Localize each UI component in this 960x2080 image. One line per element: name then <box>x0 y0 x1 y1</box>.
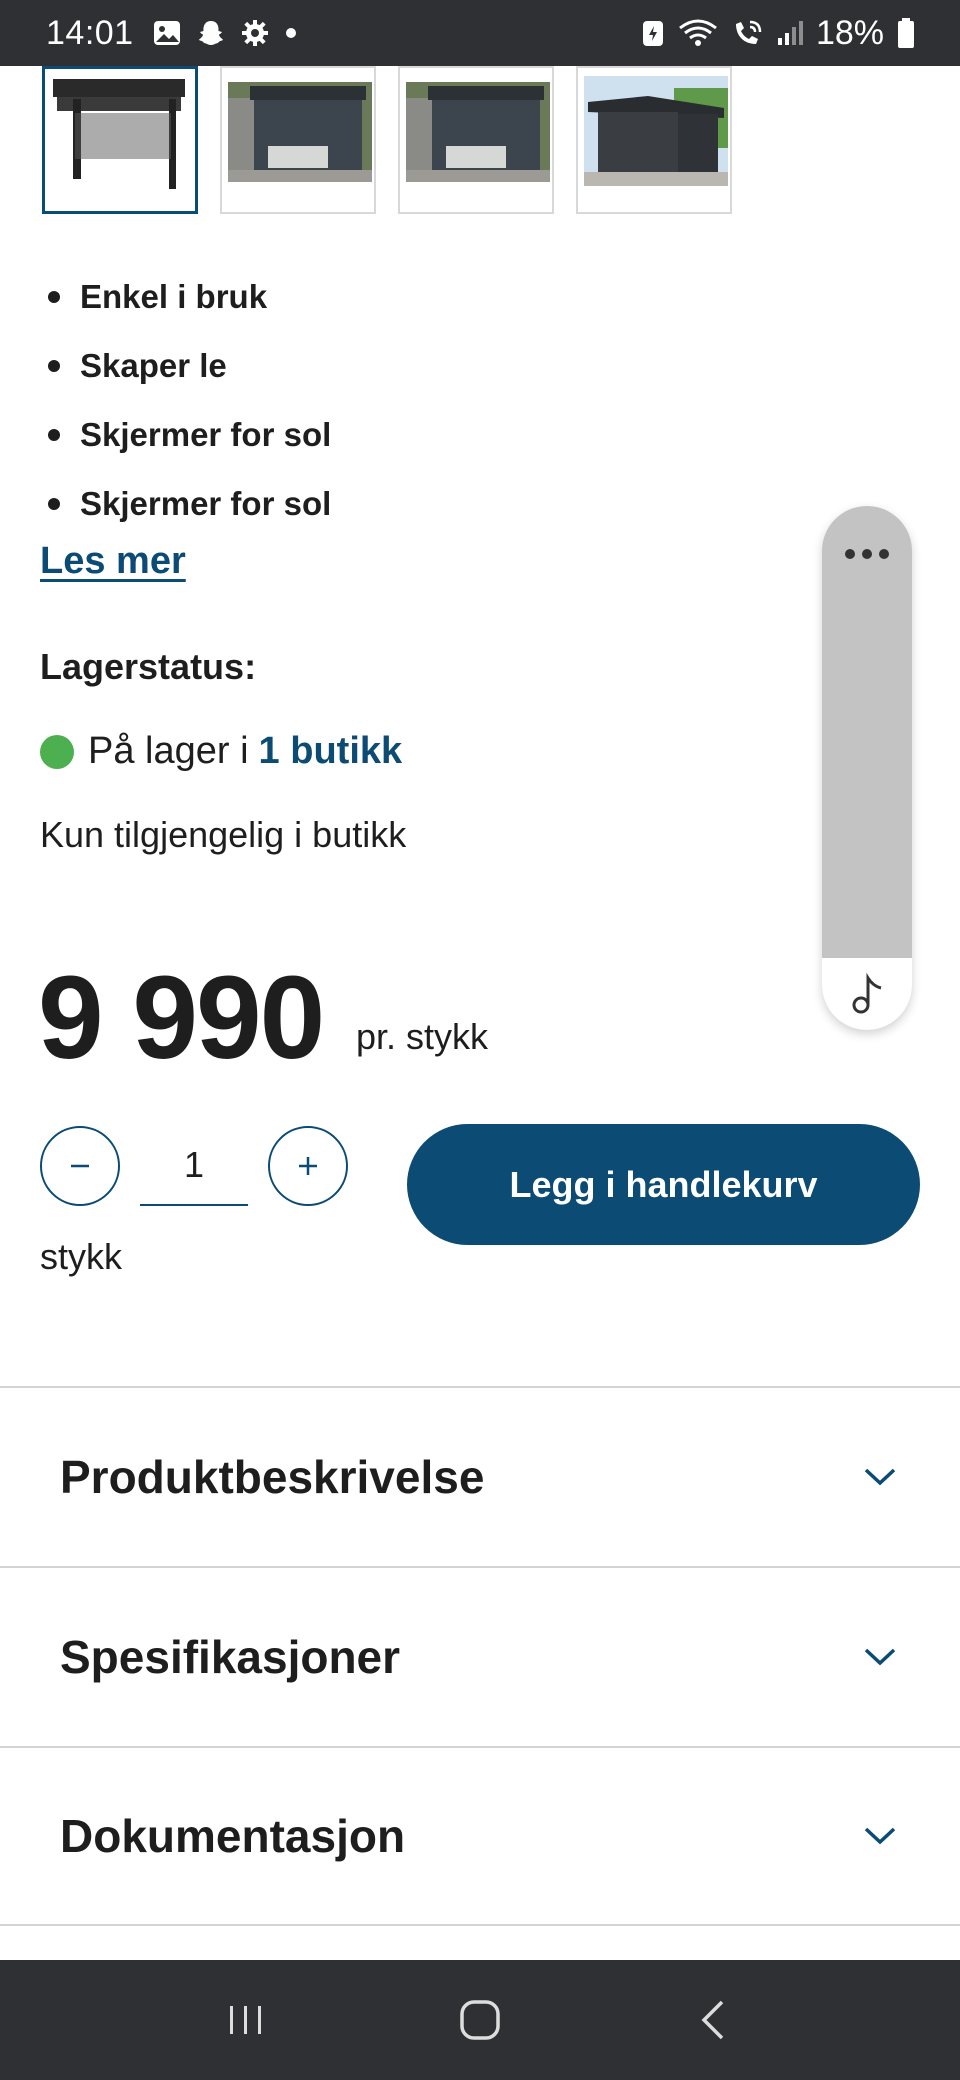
stock-status-line: På lager i 1 butikk <box>40 730 402 773</box>
floating-side-panel[interactable] <box>822 506 912 1030</box>
accordion-product-description[interactable]: Produktbeskrivelse <box>0 1386 960 1566</box>
chevron-down-icon <box>864 1827 896 1845</box>
store-count-link[interactable]: 1 butikk <box>259 730 403 773</box>
feature-text: Skjermer for sol <box>80 484 332 522</box>
thumbnail-pergola-patio-2[interactable] <box>398 66 554 214</box>
wifi-icon <box>679 19 717 46</box>
increase-quantity-button[interactable] <box>268 1126 348 1206</box>
minus-icon <box>71 1164 89 1168</box>
chevron-down-icon <box>864 1648 896 1666</box>
feature-item: Skaper le <box>48 331 331 400</box>
feature-item: Skjermer for sol <box>48 469 331 538</box>
music-note-button[interactable] <box>822 958 912 1030</box>
feature-text: Skaper le <box>80 346 227 384</box>
music-note-icon <box>852 972 882 1014</box>
bullet-icon <box>48 359 60 372</box>
more-options-icon[interactable] <box>822 546 912 567</box>
product-info-accordion: Produktbeskrivelse Spesifikasjoner Dokum… <box>0 1386 960 1926</box>
feature-text: Enkel i bruk <box>80 277 268 315</box>
feature-list: Enkel i bruk Skaper le Skjermer for sol … <box>48 262 331 538</box>
accordion-title: Dokumentasjon <box>60 1810 406 1862</box>
feature-text: Skjermer for sol <box>80 415 332 453</box>
stock-prefix: På lager i <box>88 730 249 772</box>
feature-item: Skjermer for sol <box>48 400 331 469</box>
accordion-title: Spesifikasjoner <box>60 1631 401 1683</box>
battery-icon <box>898 18 914 48</box>
bullet-icon <box>48 428 60 441</box>
read-more-link[interactable]: Les mer <box>40 540 186 583</box>
signal-icon <box>777 21 803 45</box>
add-to-cart-button[interactable]: Legg i handlekurv <box>407 1124 920 1245</box>
snapchat-icon <box>198 21 223 45</box>
accordion-specifications[interactable]: Spesifikasjoner <box>0 1566 960 1746</box>
decrease-quantity-button[interactable] <box>40 1126 120 1206</box>
feature-item: Enkel i bruk <box>48 262 331 331</box>
status-time: 14:01 <box>46 13 134 52</box>
accordion-title: Produktbeskrivelse <box>60 1451 485 1503</box>
price-unit: pr. stykk <box>356 1016 489 1057</box>
status-bar: 14:01 18% <box>0 0 960 66</box>
system-icons: 18% <box>640 14 916 53</box>
quantity-input[interactable] <box>140 1126 248 1206</box>
in-stock-indicator-icon <box>40 734 74 769</box>
availability-note: Kun tilgjengelig i butikk <box>40 814 407 855</box>
thumbnail-pergola-product[interactable] <box>42 66 198 214</box>
bullet-icon <box>48 290 60 303</box>
system-navigation-bar <box>0 1960 960 2080</box>
stock-status-title: Lagerstatus: <box>40 646 257 687</box>
thumbnail-pergola-patio-1[interactable] <box>220 66 376 214</box>
home-icon[interactable] <box>458 1998 502 2042</box>
dot-icon <box>285 28 296 38</box>
image-thumbnails <box>42 66 732 214</box>
recent-apps-icon[interactable] <box>226 2000 266 2040</box>
wifi-calling-icon <box>735 20 762 44</box>
settings-icon <box>241 20 268 46</box>
thumbnail-pergola-garden[interactable] <box>576 66 732 214</box>
quantity-unit: stykk <box>40 1236 123 1277</box>
accordion-documentation[interactable]: Dokumentasjon <box>0 1746 960 1926</box>
bullet-icon <box>48 497 60 510</box>
notification-icons <box>152 18 298 48</box>
back-icon[interactable] <box>694 1998 734 2042</box>
battery-saver-icon <box>642 21 663 46</box>
price-amount: 9 990 <box>38 952 325 1084</box>
battery-percent: 18% <box>815 13 884 52</box>
gallery-icon <box>153 21 180 45</box>
plus-icon <box>299 1157 317 1175</box>
chevron-down-icon <box>864 1468 896 1486</box>
